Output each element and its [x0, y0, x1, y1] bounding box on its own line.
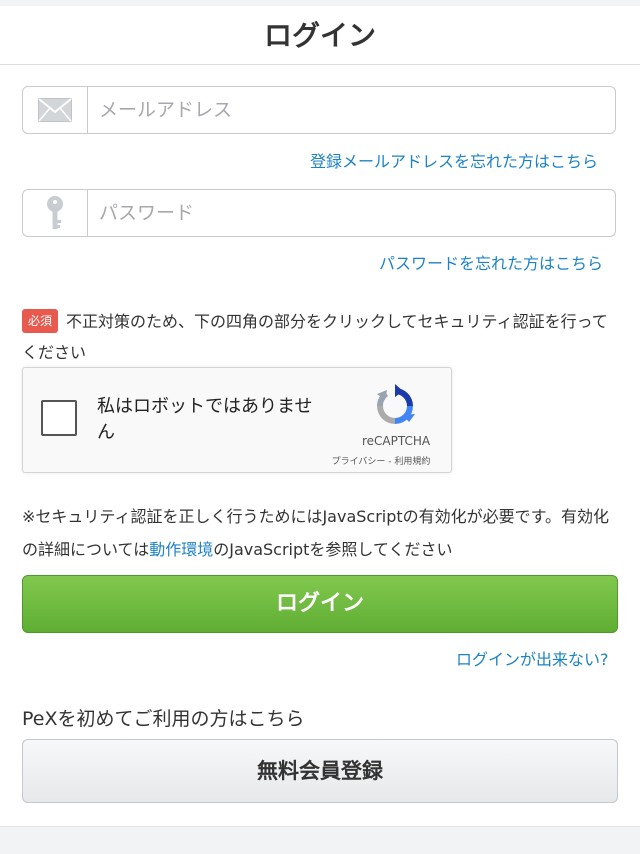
javascript-notice-after: のJavaScriptを参照してください [213, 540, 453, 559]
recaptcha-widget: 私はロボットではありません reCAPTCHA プライバシー - 利用規約 [22, 367, 452, 473]
javascript-notice: ※セキュリティ認証を正しく行うためにはJavaScriptの有効化が必要です。有… [22, 500, 622, 566]
recaptcha-checkbox[interactable] [41, 400, 77, 436]
cant-login-link[interactable]: ログインが出来ない? [456, 646, 609, 670]
recaptcha-label: 私はロボットではありません [97, 396, 313, 443]
required-badge: 必須 [22, 309, 59, 333]
recaptcha-brand: reCAPTCHA [361, 434, 431, 448]
key-icon [23, 190, 88, 236]
page-title: ログイン [0, 8, 640, 65]
forgot-email-link[interactable]: 登録メールアドレスを忘れた方はこちら [310, 148, 598, 172]
recaptcha-links[interactable]: プライバシー - 利用規約 [311, 454, 451, 467]
email-field[interactable] [22, 86, 616, 134]
security-notice-text: 不正対策のため、下の四角の部分をクリックしてセキュリティ認証を行ってください [22, 312, 608, 362]
first-time-text: PeXを初めてご利用の方はこちら [22, 708, 305, 730]
forgot-password-link[interactable]: パスワードを忘れた方はこちら [379, 250, 603, 274]
email-input[interactable] [89, 87, 609, 133]
footer-bar [0, 826, 640, 854]
top-bar [0, 0, 640, 6]
security-notice: 必須 不正対策のため、下の四角の部分をクリックしてセキュリティ認証を行ってください [22, 306, 618, 368]
password-field[interactable] [22, 189, 616, 237]
login-button[interactable]: ログイン [22, 575, 618, 633]
environment-link[interactable]: 動作環境 [149, 540, 213, 559]
recaptcha-logo-icon [371, 382, 419, 430]
envelope-icon [23, 87, 88, 133]
password-input[interactable] [89, 190, 609, 236]
register-button[interactable]: 無料会員登録 [22, 739, 618, 803]
